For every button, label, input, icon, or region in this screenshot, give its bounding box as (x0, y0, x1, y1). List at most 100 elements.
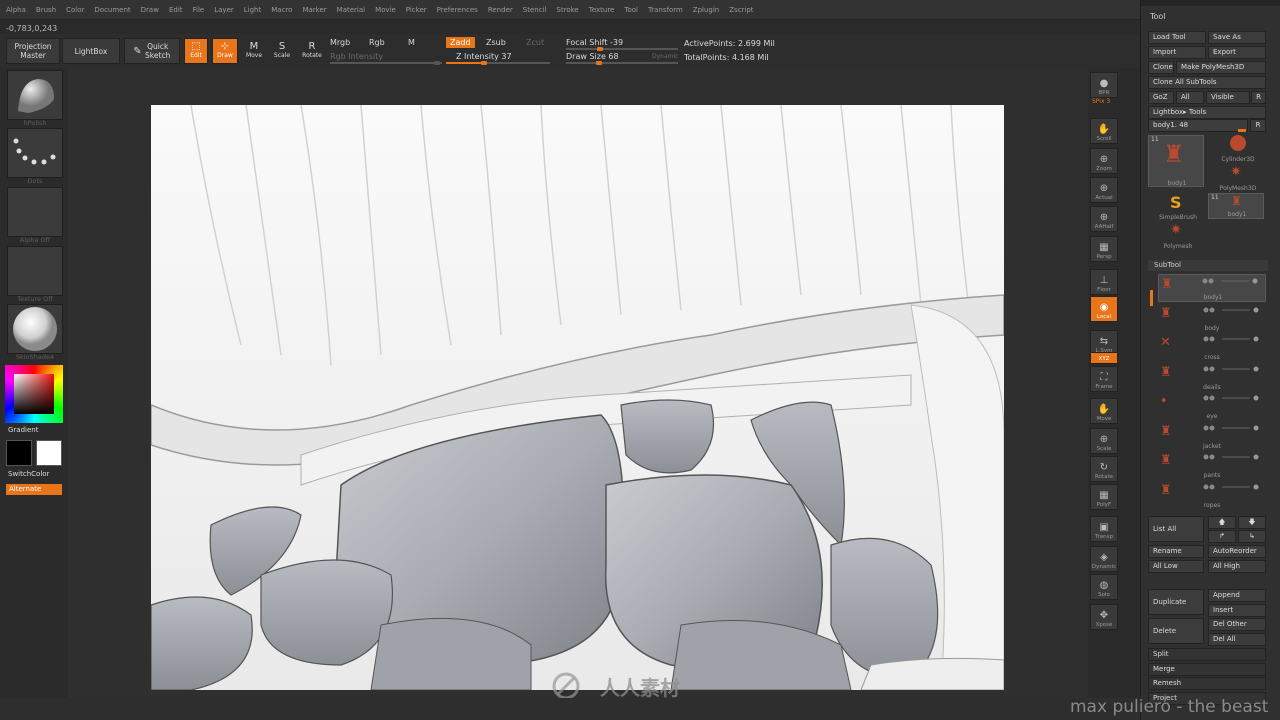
subtool-visibility-toggles[interactable] (1200, 365, 1262, 371)
current-tool-r-button[interactable]: R (1250, 119, 1266, 132)
shelf-aahalf-button[interactable]: ⊕ AAHalf (1090, 206, 1118, 232)
subtool-visibility-toggles[interactable] (1200, 453, 1262, 460)
shelf-frame-button[interactable]: ⛶ Frame (1090, 366, 1118, 392)
menu-item-zscript[interactable]: Zscript (729, 6, 753, 14)
quick-sketch-button[interactable]: ✎ Quick Sketch (124, 38, 180, 64)
remesh-menu[interactable]: Remesh (1148, 677, 1266, 690)
menu-item-picker[interactable]: Picker (406, 6, 427, 14)
subtool-visibility-toggles[interactable] (1199, 277, 1261, 284)
spix-label[interactable]: SPix 3 (1092, 98, 1110, 105)
draw-size-track[interactable] (566, 61, 678, 65)
z-intensity-slider[interactable]: Z Intensity 37 (456, 52, 512, 61)
alpha-selector[interactable] (7, 187, 63, 237)
rename-button[interactable]: Rename (1148, 545, 1204, 558)
lightbox-tools-button[interactable]: Lightbox▸ Tools (1148, 106, 1266, 119)
make-polymesh-button[interactable]: Make PolyMesh3D (1176, 61, 1266, 74)
alternate-button[interactable]: Alternate (6, 484, 62, 495)
subtool-visibility-toggles[interactable] (1200, 306, 1262, 312)
duplicate-button[interactable]: Duplicate (1148, 589, 1204, 615)
focal-shift-knob[interactable] (597, 47, 604, 51)
list-all-button[interactable]: List All (1148, 516, 1204, 542)
shelf-local-button[interactable]: ◉ Local (1090, 296, 1118, 322)
projection-master-button[interactable]: Projection Master (6, 38, 60, 64)
move-bottom-button[interactable]: ↳ (1238, 530, 1266, 543)
menu-item-light[interactable]: Light (244, 6, 261, 14)
draw-size-knob[interactable] (596, 61, 603, 65)
menu-item-zplugin[interactable]: Zplugin (693, 6, 719, 14)
mrgb-button[interactable]: Mrgb (330, 38, 350, 47)
secondary-color-swatch[interactable] (36, 440, 62, 466)
menu-item-render[interactable]: Render (488, 6, 513, 14)
palette-top-scroll[interactable] (1141, 0, 1280, 6)
shelf-floor-button[interactable]: ⊥ Floor (1090, 269, 1118, 295)
rotate-button[interactable]: R Rotate (298, 38, 326, 64)
zsub-button[interactable]: Zsub (486, 38, 506, 47)
subtool-row[interactable]: ✕ cross (1158, 333, 1266, 361)
z-intensity-knob[interactable] (481, 61, 488, 65)
sculpt-render[interactable] (151, 105, 1004, 690)
save-as-button[interactable]: Save As (1208, 31, 1266, 44)
shelf-bpr-button[interactable]: ● BPR (1090, 72, 1118, 98)
shelf-zoom-button[interactable]: ⊕ Zoom (1090, 148, 1118, 174)
menu-item-file[interactable]: File (193, 6, 205, 14)
subtool-visibility-toggles[interactable] (1200, 483, 1262, 489)
material-selector[interactable] (7, 304, 63, 354)
subtool-row[interactable]: • eye (1158, 392, 1266, 420)
auto-reorder-button[interactable]: AutoReorder (1208, 545, 1266, 558)
append-button[interactable]: Append (1208, 589, 1266, 602)
menu-item-tool[interactable]: Tool (624, 6, 638, 14)
shelf-xyz-button[interactable]: XYZ (1090, 352, 1118, 364)
subtool-row[interactable]: ♜ ropes (1158, 481, 1266, 509)
menu-item-layer[interactable]: Layer (214, 6, 234, 14)
menu-item-marker[interactable]: Marker (302, 6, 326, 14)
stroke-selector[interactable] (7, 128, 63, 178)
menu-item-brush[interactable]: Brush (36, 6, 56, 14)
subtool-row[interactable]: ♜ deails (1158, 363, 1266, 391)
shelf-scale-button[interactable]: ⊕ Scale (1090, 428, 1118, 454)
color-picker[interactable] (5, 365, 63, 423)
del-other-button[interactable]: Del Other (1208, 618, 1266, 631)
tool-thumb-polymesh[interactable]: ✷ Polymesh (1150, 222, 1206, 250)
focal-shift-slider[interactable]: Focal Shift -39 (566, 38, 623, 47)
texture-selector[interactable] (7, 246, 63, 296)
rgb-intensity-knob[interactable] (434, 61, 440, 65)
goz-r-button[interactable]: R (1251, 91, 1266, 104)
shelf-dynamic-button[interactable]: ◈ Dynamic (1090, 546, 1118, 572)
rgb-button[interactable]: Rgb (369, 38, 385, 47)
subtool-scrollbar[interactable] (1150, 290, 1153, 306)
shelf-scroll-button[interactable]: ✋ Scroll (1090, 118, 1118, 144)
shelf-rotate-button[interactable]: ↻ Rotate (1090, 456, 1118, 482)
shelf-xpose-button[interactable]: ✥ Xpose (1090, 604, 1118, 630)
tool-thumb-body1-alt[interactable]: 11 ♜ body1 (1208, 193, 1264, 219)
rgb-intensity-track[interactable] (330, 61, 442, 65)
tool-thumb-polymesh3d[interactable]: ✷ PolyMesh3D (1210, 164, 1266, 192)
clone-button[interactable]: Clone (1148, 61, 1174, 74)
menu-item-material[interactable]: Material (337, 6, 365, 14)
all-low-button[interactable]: All Low (1148, 560, 1204, 573)
shelf-persp-button[interactable]: ▦ Persp (1090, 236, 1118, 262)
zadd-button[interactable]: Zadd (446, 37, 475, 48)
clone-all-subtools-button[interactable]: Clone All SubTools (1148, 76, 1266, 89)
menu-item-alpha[interactable]: Alpha (6, 6, 26, 14)
all-high-button[interactable]: All High (1208, 560, 1266, 573)
m-button[interactable]: M (408, 38, 415, 47)
menu-item-stroke[interactable]: Stroke (556, 6, 578, 14)
subtool-visibility-toggles[interactable] (1200, 424, 1262, 430)
scale-button[interactable]: S Scale (270, 38, 294, 64)
move-top-button[interactable]: ↱ (1208, 530, 1236, 543)
subtool-row[interactable]: ♜ body (1158, 304, 1266, 332)
menu-item-edit[interactable]: Edit (169, 6, 183, 14)
subtool-visibility-toggles[interactable] (1200, 394, 1262, 401)
rgb-intensity-slider[interactable]: Rgb Intensity (330, 52, 383, 61)
move-button[interactable]: M Move (242, 38, 266, 64)
shelf-transp-button[interactable]: ▣ Transp (1090, 516, 1118, 542)
switch-color-button[interactable]: SwitchColor (8, 470, 49, 478)
document-canvas[interactable] (151, 105, 1004, 690)
menu-item-movie[interactable]: Movie (375, 6, 396, 14)
subtool-row[interactable]: ♜ jacket (1158, 422, 1266, 450)
export-button[interactable]: Export (1208, 46, 1266, 59)
split-menu[interactable]: Split (1148, 648, 1266, 661)
lightbox-button[interactable]: LightBox (62, 38, 120, 64)
tool-thumb-body1-main[interactable]: 11 ♜ body1 (1148, 135, 1204, 187)
draw-size-slider[interactable]: Draw Size 68 (566, 52, 619, 61)
